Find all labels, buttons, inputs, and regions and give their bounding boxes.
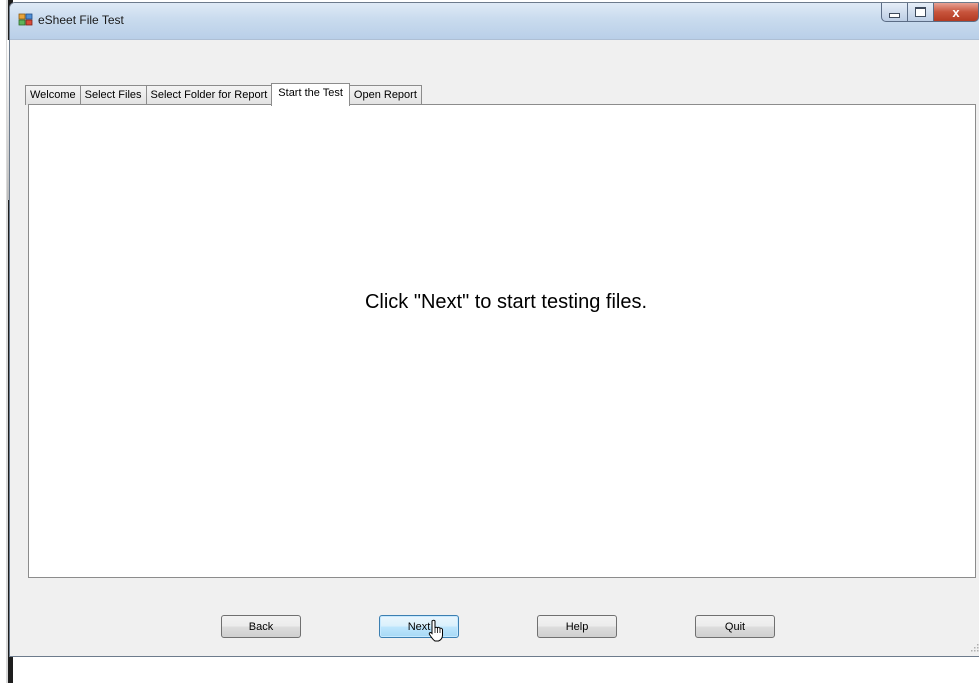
resize-grip-icon[interactable]	[969, 642, 979, 652]
quit-button[interactable]: Quit	[695, 615, 775, 638]
caption-buttons: x	[881, 3, 979, 23]
help-button[interactable]: Help	[537, 615, 617, 638]
tab-open-report[interactable]: Open Report	[348, 85, 422, 105]
maximize-icon	[915, 7, 926, 17]
window-title: eSheet File Test	[38, 13, 124, 27]
tab-select-folder-for-report[interactable]: Select Folder for Report	[145, 85, 273, 105]
tab-welcome[interactable]: Welcome	[25, 85, 81, 105]
tab-panel-start-the-test: Click "Next" to start testing files.	[28, 104, 976, 578]
tab-select-files[interactable]: Select Files	[79, 85, 147, 105]
instruction-message: Click "Next" to start testing files.	[364, 291, 648, 313]
minimize-button[interactable]	[881, 3, 908, 22]
minimize-icon	[889, 12, 900, 18]
mouse-pointer-icon	[428, 619, 443, 642]
tab-strip: Welcome Select Files Select Folder for R…	[25, 83, 422, 106]
maximize-button[interactable]	[908, 3, 934, 22]
close-icon: x	[952, 4, 960, 20]
next-button[interactable]: Next	[379, 615, 459, 638]
close-button[interactable]: x	[934, 3, 979, 22]
tab-start-the-test[interactable]: Start the Test	[271, 83, 350, 106]
esheet-window: eSheet File Test x Welcome Select Files …	[9, 2, 979, 657]
back-button[interactable]: Back	[221, 615, 301, 638]
title-bar[interactable]: eSheet File Test x	[10, 3, 979, 40]
app-icon[interactable]	[18, 12, 34, 28]
screen: eSheet File Test x Welcome Select Files …	[0, 0, 979, 683]
